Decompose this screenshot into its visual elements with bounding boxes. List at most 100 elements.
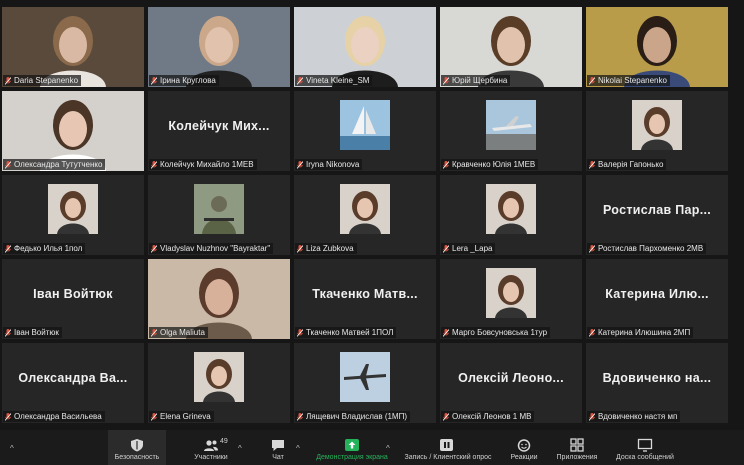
muted-mic-icon (589, 328, 595, 337)
participant-name: Iryna Nikonova (306, 160, 360, 169)
participants-button[interactable]: Участники (186, 430, 236, 465)
participant-tile[interactable]: Валерія Гапонько (586, 91, 728, 171)
participant-display-name: Катерина Илю... (605, 287, 709, 301)
sailboat-thumbnail (340, 100, 390, 150)
muted-mic-icon (443, 244, 449, 253)
muted-mic-icon (443, 160, 449, 169)
chat-button[interactable]: Чат (262, 430, 294, 465)
participant-tile[interactable]: Ірина Круглова (148, 7, 290, 87)
share-screen-icon (345, 439, 359, 451)
muted-mic-icon (297, 160, 303, 169)
participant-name-label: Катерина Илюшина 2МП (587, 327, 694, 338)
participant-tile[interactable]: Федько Илья 1пол (2, 175, 144, 255)
participant-tile[interactable]: Олександра Ва... Олександра Васильева (2, 343, 144, 423)
chat-icon (272, 440, 284, 451)
participant-name-label: Ткаченко Матвей 1ПОЛ (295, 327, 397, 338)
reactions-icon (517, 439, 531, 452)
participant-tile[interactable]: Iryna Nikonova (294, 91, 436, 171)
participant-name: Олексій Леонов 1 МВ (452, 412, 532, 421)
participant-tile[interactable]: Nikolai Stepanenko (586, 7, 728, 87)
participant-name-label: Ростислав Пархоменко 2МВ (587, 243, 707, 254)
participant-name: Liza Zubkova (306, 244, 354, 253)
participant-name-label: Олександра Васильева (3, 411, 105, 422)
participant-name: Катерина Илюшина 2МП (598, 328, 691, 337)
record-pause-icon (440, 439, 453, 451)
participant-tile[interactable]: Лящевич Владислав (1МП) (294, 343, 436, 423)
participant-name-label: Кравченко Юлія 1МЕВ (441, 159, 539, 170)
portrait-thumbnail (486, 184, 536, 234)
participant-tile[interactable]: Vineta Kleine_SM (294, 7, 436, 87)
muted-mic-icon (151, 160, 157, 169)
participant-tile[interactable]: Олександра Тутутченко (2, 91, 144, 171)
share-screen-button[interactable]: Демонстрация экрана (312, 430, 392, 465)
muted-mic-icon (5, 412, 11, 421)
participant-name: Nikolai Stepanenko (598, 76, 667, 85)
reactions-button[interactable]: Реакции (504, 430, 544, 465)
participant-name-label: Валерія Гапонько (587, 159, 667, 170)
drone-thumbnail (340, 352, 390, 402)
muted-mic-icon (5, 160, 11, 169)
participant-display-name: Ростислав Пар... (602, 203, 712, 217)
participant-tile[interactable]: Vladyslav Nuzhnov "Bayraktar" (148, 175, 290, 255)
participant-name-label: Колейчук Михайло 1МЕВ (149, 159, 257, 170)
participant-name-label: Iryna Nikonova (295, 159, 363, 170)
soldier-thumbnail (194, 184, 244, 234)
participant-tile[interactable]: Elena Grineva (148, 343, 290, 423)
whiteboard-button[interactable]: Доска сообщений (610, 430, 680, 465)
share-caret-icon[interactable]: ^ (386, 444, 390, 453)
portrait-thumbnail (486, 268, 536, 318)
meeting-toolbar: ^ Безопасность Участники 49 ^ Чат ^ Демо… (0, 430, 744, 465)
participant-name: Марго Бовсуновська 1тур (452, 328, 548, 337)
participant-tile[interactable]: Кравченко Юлія 1МЕВ (440, 91, 582, 171)
participant-tile[interactable]: Olga Maliuta (148, 259, 290, 339)
audio-caret-icon[interactable]: ^ (10, 444, 14, 453)
share-screen-label: Демонстрация экрана (316, 454, 388, 461)
participant-display-name: Олександра Ва... (18, 371, 128, 385)
participant-tile[interactable]: Daria Stepanenko (2, 7, 144, 87)
participant-name-label: Федько Илья 1пол (3, 243, 86, 254)
muted-mic-icon (589, 76, 595, 85)
participant-name: Кравченко Юлія 1МЕВ (452, 160, 536, 169)
participant-tile[interactable]: Liza Zubkova (294, 175, 436, 255)
participant-tile[interactable]: Ткаченко Матв... Ткаченко Матвей 1ПОЛ (294, 259, 436, 339)
participant-tile[interactable]: Вдовиченко на... Вдовиченко настя мп (586, 343, 728, 423)
muted-mic-icon (297, 244, 303, 253)
record-label: Запись / Клиентский опрос (404, 454, 492, 461)
participant-tile[interactable]: Юрій Щербина (440, 7, 582, 87)
participant-name: Ткаченко Матвей 1ПОЛ (306, 328, 394, 337)
participant-name-label: Olga Maliuta (149, 327, 208, 338)
participant-tile[interactable]: Lera _Lapa (440, 175, 582, 255)
participant-name: Ростислав Пархоменко 2МВ (598, 244, 704, 253)
participant-name-label: Vineta Kleine_SM (295, 75, 373, 86)
participant-name-label: Лящевич Владислав (1МП) (295, 411, 411, 422)
muted-mic-icon (151, 76, 157, 85)
chat-caret-icon[interactable]: ^ (296, 444, 300, 453)
participants-caret-icon[interactable]: ^ (238, 444, 242, 453)
participant-display-name: Колейчук Мих... (168, 119, 270, 133)
participant-tile[interactable]: Марго Бовсуновська 1тур (440, 259, 582, 339)
apps-icon (570, 438, 584, 452)
participant-tile[interactable]: Олексій Леоно... Олексій Леонов 1 МВ (440, 343, 582, 423)
participant-tile[interactable]: Ростислав Пар... Ростислав Пархоменко 2МВ (586, 175, 728, 255)
record-button[interactable]: Запись / Клиентский опрос (402, 430, 494, 465)
participant-name-label: Іван Войтюк (3, 327, 62, 338)
apps-button[interactable]: Приложения (552, 430, 602, 465)
participant-tile[interactable]: Іван Войтюк Іван Войтюк (2, 259, 144, 339)
participant-name: Daria Stepanenko (14, 76, 79, 85)
participant-tile[interactable]: Колейчук Мих... Колейчук Михайло 1МЕВ (148, 91, 290, 171)
participant-name-label: Юрій Щербина (441, 75, 511, 86)
security-button[interactable]: Безопасность (108, 430, 166, 465)
participant-tile[interactable]: Катерина Илю... Катерина Илюшина 2МП (586, 259, 728, 339)
airplane-thumbnail (486, 100, 536, 150)
participant-display-name: Олексій Леоно... (458, 371, 564, 385)
participant-name: Ірина Круглова (160, 76, 216, 85)
participant-name-label: Олексій Леонов 1 МВ (441, 411, 535, 422)
whiteboard-label: Доска сообщений (616, 454, 674, 461)
shield-icon (131, 439, 143, 452)
chat-label: Чат (272, 454, 284, 461)
participant-display-name: Вдовиченко на... (602, 371, 712, 385)
muted-mic-icon (5, 244, 11, 253)
portrait-thumbnail (194, 352, 244, 402)
participant-display-name: Іван Войтюк (33, 287, 113, 301)
participants-icon (204, 440, 218, 451)
